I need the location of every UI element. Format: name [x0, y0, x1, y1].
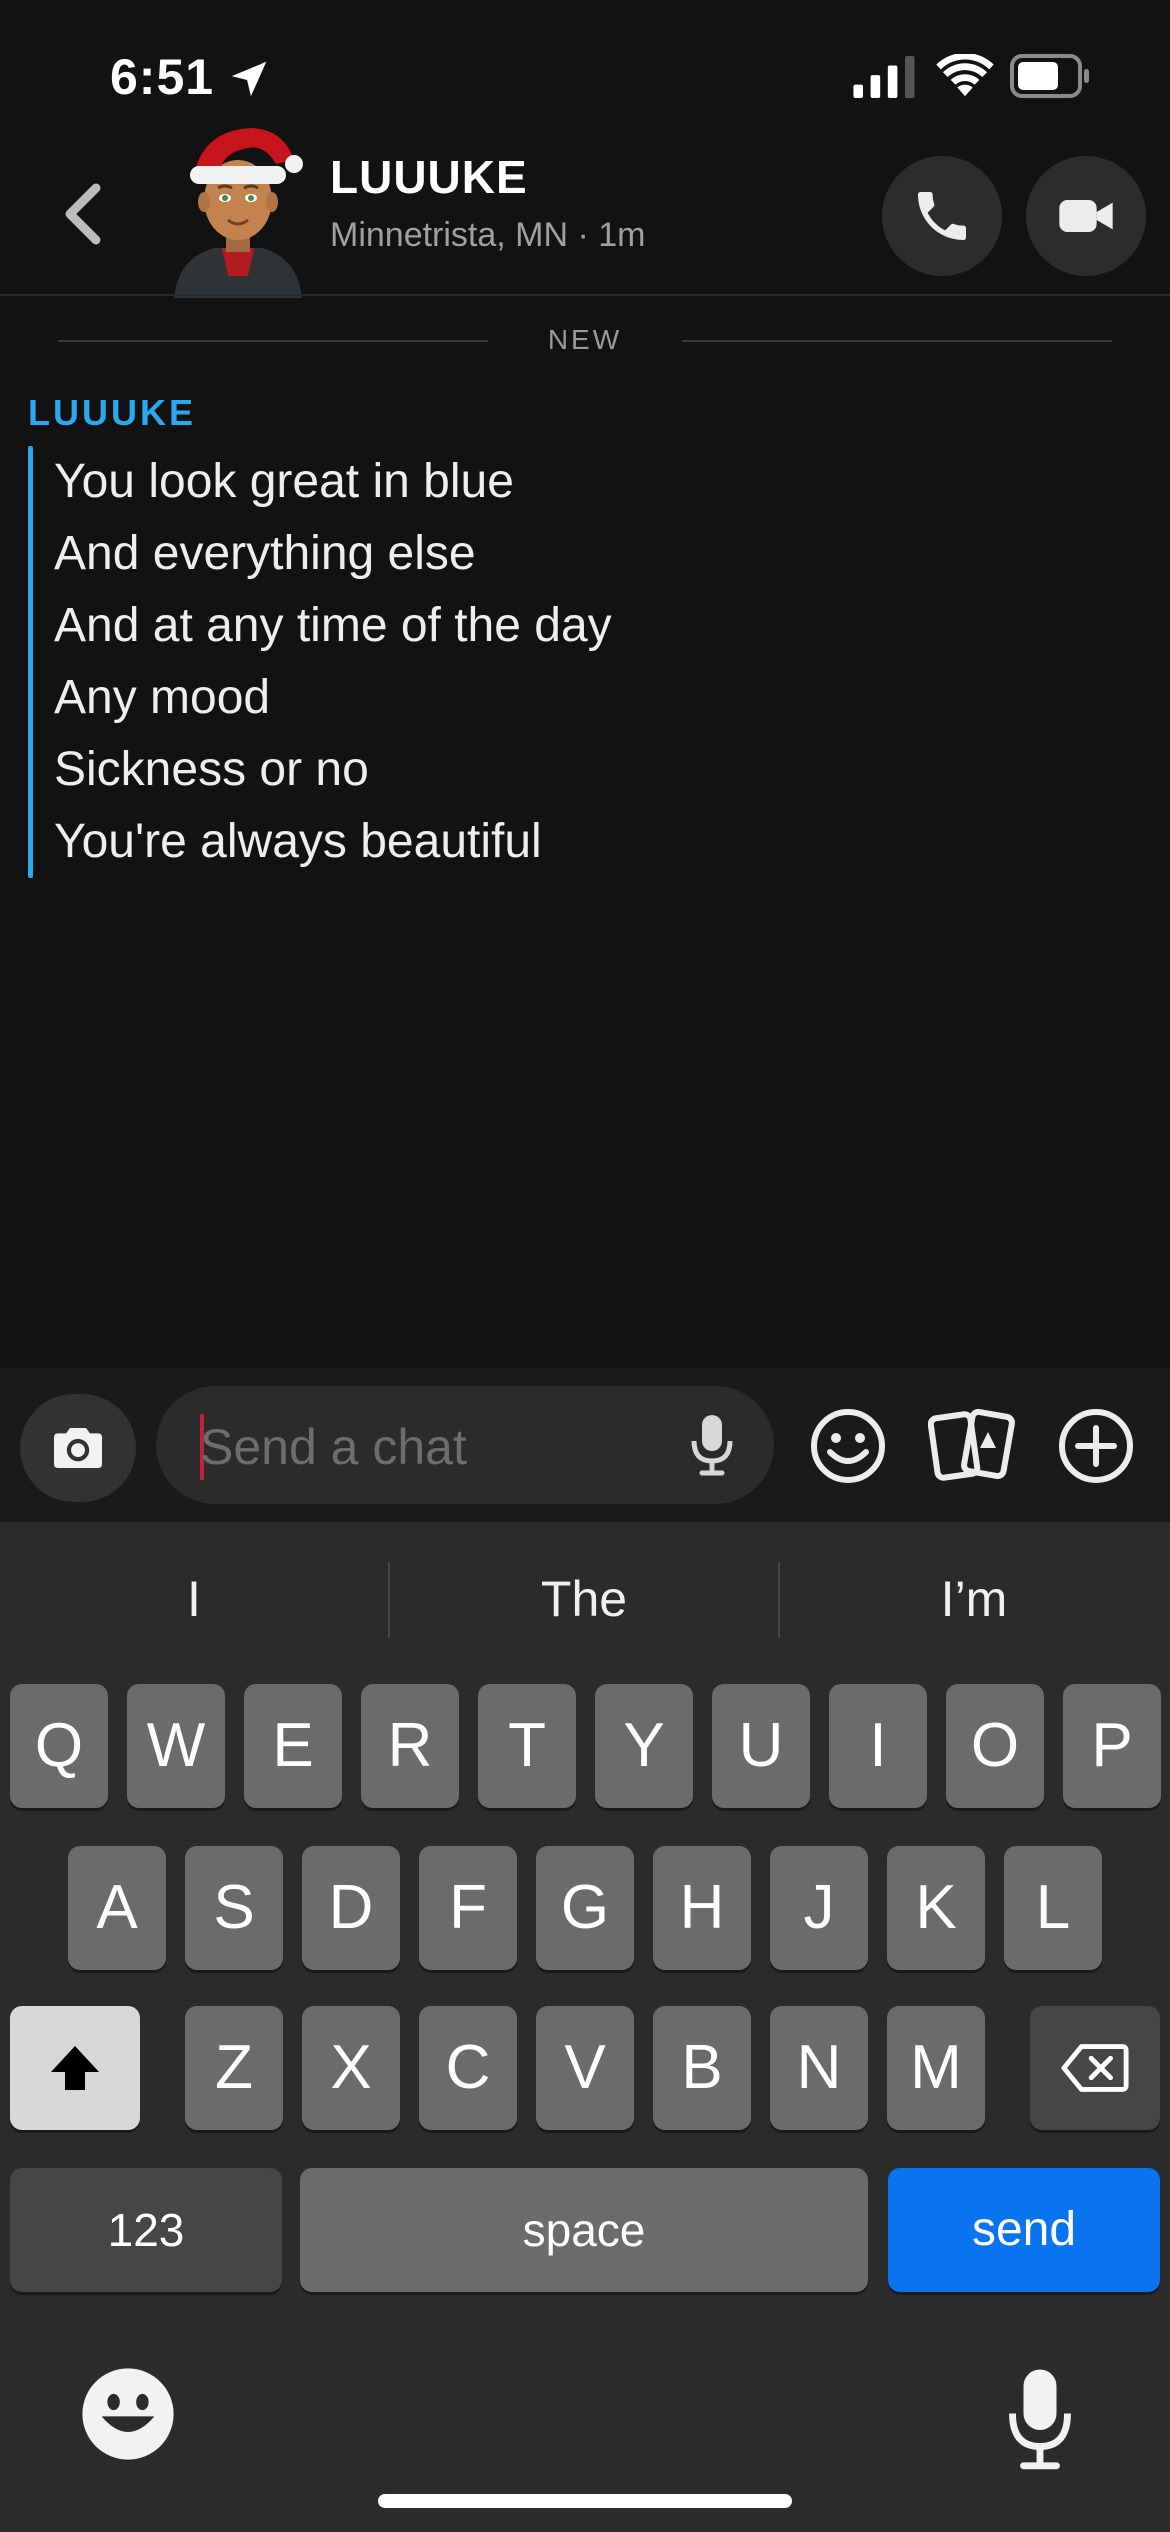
- keyboard-emoji-icon[interactable]: [80, 2366, 176, 2462]
- shift-arrow-icon: [51, 2046, 99, 2090]
- message-body[interactable]: You look great in blue And everything el…: [54, 446, 612, 878]
- key-z[interactable]: Z: [185, 2006, 283, 2130]
- camera-button[interactable]: [20, 1394, 136, 1502]
- message-line: Any mood: [54, 671, 271, 724]
- stickers-cards-icon[interactable]: [928, 1406, 1018, 1486]
- message-accent-bar: [28, 446, 33, 878]
- key-t[interactable]: T: [478, 1684, 576, 1808]
- contact-name[interactable]: LUUUKE: [330, 150, 528, 204]
- key-n[interactable]: N: [770, 2006, 868, 2130]
- key-c[interactable]: C: [419, 2006, 517, 2130]
- home-indicator[interactable]: [378, 2494, 792, 2508]
- header-divider: [0, 294, 1170, 296]
- suggestion-3[interactable]: I’m: [780, 1570, 1168, 1628]
- camera-icon: [54, 1428, 102, 1468]
- status-time: 6:51: [110, 49, 215, 105]
- battery-icon: [1010, 54, 1089, 98]
- location-arrow-icon: [231, 61, 267, 97]
- microphone-icon[interactable]: [688, 1410, 736, 1480]
- delete-key[interactable]: [1030, 2006, 1160, 2130]
- key-i[interactable]: I: [829, 1684, 927, 1808]
- message-line: You look great in blue: [54, 455, 514, 508]
- video-call-button[interactable]: [1026, 156, 1146, 276]
- contact-location: Minnetrista, MN · 1m: [330, 216, 646, 254]
- message-line: Sickness or no: [54, 743, 369, 796]
- phone-icon: [918, 192, 966, 240]
- key-s[interactable]: S: [185, 1846, 283, 1970]
- message-line: And at any time of the day: [54, 599, 612, 652]
- cellular-signal-icon: [853, 56, 915, 98]
- new-divider-line-right: [682, 340, 1112, 342]
- numbers-key[interactable]: 123: [10, 2168, 282, 2292]
- key-w[interactable]: W: [127, 1684, 225, 1808]
- suggestion-1[interactable]: I: [0, 1570, 388, 1628]
- emoji-icon[interactable]: [808, 1406, 888, 1486]
- key-m[interactable]: M: [887, 2006, 985, 2130]
- key-r[interactable]: R: [361, 1684, 459, 1808]
- key-v[interactable]: V: [536, 2006, 634, 2130]
- shift-key[interactable]: [10, 2006, 140, 2130]
- key-y[interactable]: Y: [595, 1684, 693, 1808]
- key-f[interactable]: F: [419, 1846, 517, 1970]
- key-q[interactable]: Q: [10, 1684, 108, 1808]
- key-u[interactable]: U: [712, 1684, 810, 1808]
- key-a[interactable]: A: [68, 1846, 166, 1970]
- key-o[interactable]: O: [946, 1684, 1044, 1808]
- suggestion-2[interactable]: The: [390, 1570, 778, 1628]
- send-key[interactable]: send: [888, 2168, 1160, 2292]
- backspace-icon: [1061, 2044, 1129, 2092]
- wifi-icon: [936, 54, 994, 97]
- key-j[interactable]: J: [770, 1846, 868, 1970]
- key-b[interactable]: B: [653, 2006, 751, 2130]
- key-k[interactable]: K: [887, 1846, 985, 1970]
- key-g[interactable]: G: [536, 1846, 634, 1970]
- key-p[interactable]: P: [1063, 1684, 1161, 1808]
- back-chevron-icon[interactable]: [56, 182, 108, 246]
- avatar[interactable]: [164, 108, 312, 298]
- message-line: You're always beautiful: [54, 815, 542, 868]
- key-d[interactable]: D: [302, 1846, 400, 1970]
- key-e[interactable]: E: [244, 1684, 342, 1808]
- video-camera-icon: [1059, 200, 1113, 232]
- key-l[interactable]: L: [1004, 1846, 1102, 1970]
- dictation-microphone-icon[interactable]: [1006, 2364, 1074, 2474]
- message-sender: LUUUKE: [28, 392, 196, 433]
- chat-input-placeholder: Send a chat: [200, 1419, 467, 1475]
- key-x[interactable]: X: [302, 2006, 400, 2130]
- voice-call-button[interactable]: [882, 156, 1002, 276]
- space-key[interactable]: space: [300, 2168, 868, 2292]
- key-h[interactable]: H: [653, 1846, 751, 1970]
- message-line: And everything else: [54, 527, 476, 580]
- plus-circle-icon[interactable]: [1056, 1406, 1136, 1486]
